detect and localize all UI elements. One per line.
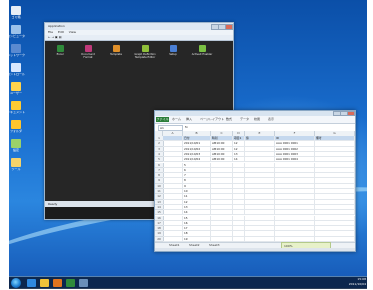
desktop-icon[interactable]: ネットワーク (9, 44, 30, 57)
ribbon-tab[interactable]: ページレイアウト (200, 117, 224, 122)
app-launcher-item[interactable]: Excel (49, 45, 71, 56)
app-launcher-label: ActiveX Enabler (191, 53, 213, 56)
desktop-icon[interactable]: 設定 (9, 139, 30, 152)
app-titlebar[interactable]: Application (45, 23, 233, 30)
media-player-icon[interactable] (53, 279, 62, 287)
system-tray: 15:08 2011/10/04 (349, 277, 366, 289)
app-launcher-label: Graph Definition Template Editor (134, 53, 156, 59)
excel-ribbon-tabs: ファイル ホーム 挿入 ページレイアウト 数式 データ 校閲 表示 (155, 116, 355, 124)
graph-editor-icon (141, 45, 149, 52)
desktop-icon-label: ネットワーク (9, 53, 25, 57)
ribbon-tab[interactable]: ホーム (172, 117, 181, 122)
desktop-icon-label: ゴミ箱 (11, 15, 21, 19)
app-launcher-item[interactable]: Setup (162, 45, 184, 56)
desktop-icon[interactable]: コントロール (9, 63, 30, 76)
ribbon-tab[interactable]: 挿入 (186, 117, 192, 122)
recycle-bin-icon (11, 6, 21, 15)
desktop-icon-label: 設定 (12, 148, 19, 152)
tray-date[interactable]: 2011/10/04 (349, 282, 366, 287)
app-launcher-label: Document Format (81, 53, 95, 59)
app-title: Application (48, 24, 65, 28)
menu-edit[interactable]: Edit (58, 30, 64, 34)
desktop-icon-label: コンピュータ (9, 34, 25, 38)
app-status: Ready (48, 202, 58, 206)
desktop: ゴミ箱コンピュータネットワークコントロールユーザードキュメントフォルダ設定ツール… (9, 0, 367, 288)
user-folder-icon (11, 82, 21, 91)
folder-icon (11, 120, 21, 129)
toolbar-glyphs[interactable]: ← → ▣ ▤ (48, 35, 62, 39)
desktop-icon-label: コントロール (9, 72, 25, 76)
desktop-icon-label: ドキュメント (9, 110, 25, 114)
ribbon-tab[interactable]: ファイル (156, 117, 169, 122)
desktop-icon[interactable]: フォルダ (9, 120, 30, 133)
desktop-icon-label: ユーザー (10, 91, 22, 95)
taskbar: 15:08 2011/10/04 (9, 276, 367, 289)
app-launcher-item[interactable]: Document Format (77, 45, 99, 59)
network-icon (11, 44, 21, 53)
desktop-icon[interactable]: ツール (9, 158, 30, 171)
desktop-icon[interactable]: ドキュメント (9, 101, 30, 114)
app-launcher-item[interactable]: Template (105, 45, 127, 56)
app-launcher-label: Template (110, 53, 122, 56)
screenshot-frame: ゴミ箱コンピュータネットワークコントロールユーザードキュメントフォルダ設定ツール… (0, 0, 373, 290)
app-launcher-label: Excel (56, 53, 64, 56)
app-taskbar-icon[interactable] (79, 279, 88, 287)
desktop-icon[interactable]: コンピュータ (9, 25, 30, 38)
menu-view[interactable]: View (69, 30, 76, 34)
computer-icon (11, 25, 21, 34)
document-icon (84, 45, 92, 52)
ribbon-tab[interactable]: データ (240, 117, 249, 122)
app-launcher-item[interactable]: Graph Definition Template Editor (134, 45, 156, 59)
excel-icon (56, 45, 64, 52)
excel-taskbar-icon[interactable] (66, 279, 75, 287)
desktop-icon[interactable]: ゴミ箱 (9, 6, 30, 19)
settings-icon (11, 139, 21, 148)
ribbon-tab[interactable]: 校閲 (254, 117, 260, 122)
activex-icon (198, 45, 206, 52)
control-panel-icon (11, 63, 21, 72)
desktop-icon[interactable]: ユーザー (9, 82, 30, 95)
ie-icon[interactable] (27, 279, 36, 287)
app-launcher-label: Setup (169, 53, 177, 56)
formula-fx-label: fx (185, 125, 188, 129)
app-launcher-item[interactable]: ActiveX Enabler (191, 45, 213, 56)
start-button[interactable] (11, 278, 21, 288)
explorer-icon[interactable] (40, 279, 49, 287)
documents-folder-icon (11, 101, 21, 110)
ribbon-tab[interactable]: 表示 (268, 117, 274, 122)
excel-statusbar (155, 248, 355, 251)
tool-icon (11, 158, 21, 167)
close-button[interactable] (225, 24, 233, 30)
template-icon (112, 45, 120, 52)
menu-file[interactable]: File (48, 30, 53, 34)
spreadsheet-grid[interactable]: A B C D E F G 1 日付 時刻 項目1 値 ID 備考 2 2011/10/01 AM10:00 12… (155, 131, 355, 243)
desktop-icon-label: ツール (11, 167, 21, 171)
setup-icon (169, 45, 177, 52)
ribbon-tab[interactable]: 数式 (226, 117, 232, 122)
desktop-icon-label: フォルダ (9, 129, 22, 133)
excel-window[interactable]: ファイル ホーム 挿入 ページレイアウト 数式 データ 校閲 表示 A1 fx ABCDEFG… (154, 110, 356, 252)
